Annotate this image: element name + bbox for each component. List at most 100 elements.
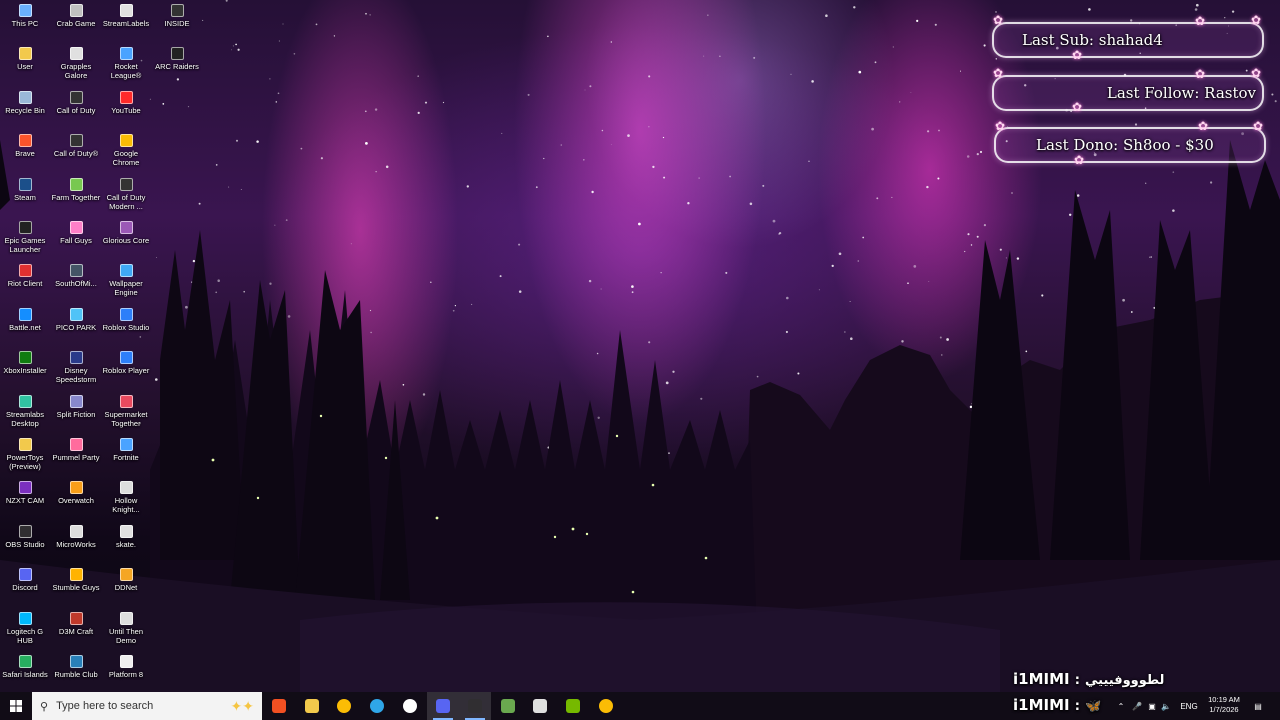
taskbar-app-button[interactable] [590, 692, 622, 720]
desktop-icon[interactable]: Brave [0, 134, 50, 158]
epic-games-icon [18, 221, 32, 234]
desktop-icon[interactable]: Fall Guys [51, 221, 101, 245]
desktop-icon[interactable]: Call of Duty [51, 90, 101, 115]
desktop-icon-label: Stumble Guys [52, 583, 100, 593]
desktop-icon[interactable]: skate. [101, 524, 151, 549]
desktop-icon[interactable]: Call of Duty Modern ... [101, 177, 151, 211]
desktop-icon[interactable]: Platform 8 [101, 655, 151, 679]
clock-time: 10:19 AM [1208, 695, 1240, 704]
desktop-icon[interactable]: Disney Speedstorm [51, 351, 101, 384]
desktop-icon[interactable]: Google Chrome [101, 134, 151, 167]
desktop-icon[interactable]: Supermarket Together [101, 394, 151, 428]
taskbar-app-button[interactable] [427, 692, 459, 720]
network-tray-button[interactable]: ▣ [1146, 692, 1158, 720]
platform-8-icon [119, 655, 133, 668]
desktop-icon[interactable]: D3M Craft [51, 611, 101, 636]
desktop-icon[interactable]: Until Then Demo [101, 611, 151, 645]
desktop-icon[interactable]: Logitech G HUB [0, 611, 50, 645]
desktop-icon[interactable]: Wallpaper Engine [101, 264, 151, 297]
desktop-icon[interactable]: NZXT CAM [0, 481, 50, 505]
steam-icon [18, 177, 32, 191]
desktop-icon[interactable]: Safari Islands [0, 655, 50, 679]
roblox-player-icon [119, 351, 133, 365]
taskbar-app-button[interactable] [492, 692, 524, 720]
desktop-icon[interactable]: Glorious Core [101, 221, 151, 245]
microphone-tray-button[interactable]: 🎤 [1130, 692, 1144, 720]
taskbar-app-button[interactable] [459, 692, 491, 720]
start-button[interactable] [0, 692, 32, 720]
desktop-icon[interactable]: Epic Games Launcher [0, 221, 50, 254]
clock-date: 1/7/2026 [1209, 705, 1239, 714]
desktop-icon[interactable]: User [0, 47, 50, 71]
desktop-icon[interactable]: This PC [0, 4, 50, 28]
volume-tray-button[interactable]: 🔈 [1160, 692, 1172, 720]
flower-icon: ✿ [1071, 48, 1083, 62]
desktop-icon-label: Platform 8 [108, 670, 144, 679]
nzxt-cam-icon [18, 481, 32, 495]
desktop-icon-label: Epic Games Launcher [4, 236, 46, 254]
desktop-icon[interactable]: INSIDE [152, 4, 202, 28]
desktop-icon-label: DDNet [114, 583, 138, 593]
desktop-icon[interactable]: ARC Raiders [152, 47, 202, 71]
desktop-icon[interactable]: Call of Duty® [51, 134, 101, 158]
taskbar-app-button[interactable] [557, 692, 589, 720]
ddnet-icon [119, 568, 133, 582]
language-indicator[interactable]: ENG [1176, 692, 1202, 720]
taskbar-app-button[interactable] [524, 692, 556, 720]
desktop-icon[interactable]: Roblox Player [101, 351, 151, 375]
desktop-icon[interactable]: Steam [0, 177, 50, 202]
language-label: ENG [1180, 701, 1198, 711]
desktop-icon[interactable]: PICO PARK [51, 307, 101, 332]
desktop-icon-label: Supermarket Together [104, 409, 148, 428]
chat-message: لطوووفيييي [1085, 673, 1165, 688]
desktop-icon[interactable]: MicroWorks [51, 524, 101, 549]
desktop-icon[interactable]: Overwatch [51, 481, 101, 505]
desktop-icon[interactable]: YouTube [101, 90, 151, 115]
notification-center-button[interactable]: ▤ [1250, 692, 1266, 720]
desktop-icon-label: MicroWorks [56, 539, 96, 549]
flower-icon: ✿ [1194, 67, 1206, 81]
desktop-icon[interactable]: Streamlabs Desktop [0, 394, 50, 428]
grapples-icon [69, 47, 83, 61]
desktop-icon[interactable]: Hollow Knight... [101, 481, 151, 514]
chat-separator: : [1074, 699, 1080, 714]
desktop-icon[interactable]: Pummel Party [51, 438, 101, 462]
show-hidden-icons-button[interactable]: ⌃ [1114, 692, 1128, 720]
desktop-icon-label: Disney Speedstorm [55, 366, 97, 385]
desktop-icon[interactable]: Recycle Bin [0, 90, 50, 115]
roblox-studio-icon [119, 307, 133, 321]
desktop-icon[interactable]: Split Fiction [51, 394, 101, 419]
desktop-icon[interactable]: Riot Client [0, 264, 50, 288]
sparkle-icon[interactable]: ✦✦ [231, 698, 254, 715]
desktop-icon-label: Fortnite [113, 453, 139, 462]
taskbar-app-button[interactable] [328, 692, 360, 720]
desktop-icon[interactable]: Crab Game [51, 4, 101, 28]
desktop-icon[interactable]: Discord [0, 568, 50, 592]
south-of-midnight-icon [69, 264, 83, 278]
desktop-icon[interactable]: Rumble Club [51, 655, 101, 679]
desktop-icon-label: ARC Raiders [155, 62, 199, 72]
desktop-icon[interactable]: XboxInstaller [0, 351, 50, 375]
microphone-icon: 🎤 [1132, 701, 1142, 711]
desktop-icon[interactable]: Grapples Galore [51, 47, 101, 80]
desktop-icon[interactable]: StreamLabels [101, 4, 151, 28]
chat-separator: : [1074, 673, 1080, 688]
taskbar-app-button[interactable] [394, 692, 426, 720]
taskbar-app-button[interactable] [263, 692, 295, 720]
desktop-icon[interactable]: Battle.net [0, 307, 50, 332]
desktop-icon[interactable]: SouthOfMi... [51, 264, 101, 288]
powertoys-icon [18, 438, 32, 451]
taskbar-app-button[interactable] [361, 692, 393, 720]
desktop-icon[interactable]: PowerToys (Preview) [0, 438, 50, 471]
desktop-icon[interactable]: Farm Together [51, 177, 101, 202]
taskbar-search-box[interactable]: ⚲ Type here to search ✦✦ [32, 692, 262, 720]
desktop-icon[interactable]: Stumble Guys [51, 568, 101, 592]
desktop-icon[interactable]: DDNet [101, 568, 151, 592]
taskbar-app-button[interactable] [296, 692, 328, 720]
desktop-icon[interactable]: Roblox Studio [101, 307, 151, 332]
desktop-icon[interactable]: Rocket League® [101, 47, 151, 80]
desktop-icon[interactable]: OBS Studio [0, 524, 50, 549]
taskbar-clock[interactable]: 10:19 AM 1/7/2026 [1200, 695, 1248, 715]
desktop-icon[interactable]: Fortnite [101, 438, 151, 462]
desktop-icon-label: Call of Duty [56, 105, 96, 115]
